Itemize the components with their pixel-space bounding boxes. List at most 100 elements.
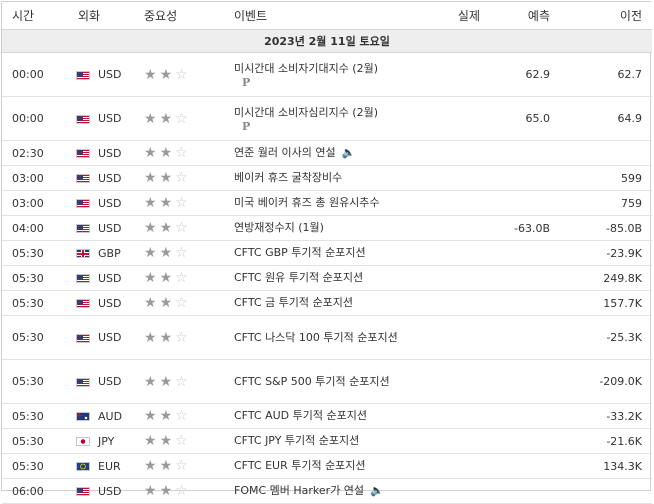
star-icon: ★ [144, 66, 160, 83]
actual-value [434, 265, 490, 291]
event-currency: USD [68, 190, 134, 216]
event-name[interactable]: CFTC 금 투기적 순포지션 [224, 290, 434, 316]
header-row: 시간 외화 중요성 이벤트 실제 예측 이전 [2, 2, 652, 30]
actual-value [434, 215, 490, 241]
previous-text: 599 [621, 171, 642, 185]
event-row[interactable]: 05:30 USD ★★☆ CFTC 원유 투기적 순포지션 249.8K [2, 265, 652, 291]
col-header-event[interactable]: 이벤트 [224, 2, 434, 30]
event-title[interactable]: CFTC 원유 투기적 순포지션 [234, 271, 363, 284]
event-row[interactable]: 00:00 USD ★★☆ 미시간대 소비자심리지수 (2월) P 65.0 64.9 [2, 96, 652, 141]
speaker-icon[interactable]: 🔈 [342, 145, 356, 161]
previous-value: 62.7 [560, 52, 652, 97]
event-time: 05:30 [2, 315, 68, 360]
forecast-value: -63.0B [490, 215, 560, 241]
event-name[interactable]: CFTC S&P 500 투기적 순포지션 [224, 359, 434, 404]
currency-code: USD [98, 146, 122, 160]
col-header-importance[interactable]: 중요성 [134, 2, 224, 30]
col-header-time[interactable]: 시간 [2, 2, 68, 30]
event-row[interactable]: 05:30 GBP ★★☆ CFTC GBP 투기적 순포지션 -23.9K [2, 240, 652, 266]
event-time: 03:00 [2, 165, 68, 191]
event-title[interactable]: FOMC 멤버 Harker가 연설 [234, 484, 364, 497]
event-name[interactable]: 미시간대 소비자심리지수 (2월) P [224, 96, 434, 141]
col-header-previous[interactable]: 이전 [560, 2, 652, 30]
forecast-value: 65.0 [490, 96, 560, 141]
event-title[interactable]: 미시간대 소비자기대지수 (2월) [234, 62, 378, 75]
star-icon: ☆ [175, 220, 191, 236]
star-icon: ☆ [175, 145, 191, 161]
previous-text: -209.0K [599, 375, 642, 388]
event-time: 04:00 [2, 215, 68, 241]
event-row[interactable]: 03:00 USD ★★☆ 미국 베이커 휴즈 총 원유시추수 759 [2, 190, 652, 216]
event-row[interactable]: 00:00 USD ★★☆ 미시간대 소비자기대지수 (2월) P 62.9 62.7 [2, 52, 652, 97]
event-time: 05:30 [2, 359, 68, 404]
previous-text: -25.3K [606, 331, 642, 344]
event-row[interactable]: 02:30 USD ★★☆ 연준 월러 이사의 연설 🔈 [2, 140, 652, 166]
event-row[interactable]: 05:30 USD ★★☆ CFTC 금 투기적 순포지션 157.7K [2, 290, 652, 316]
event-name[interactable]: 연준 월러 이사의 연설 🔈 [224, 140, 434, 166]
time-text: 03:00 [12, 196, 44, 210]
col-header-actual[interactable]: 실제 [434, 2, 490, 30]
event-title[interactable]: CFTC 금 투기적 순포지션 [234, 296, 353, 309]
event-row[interactable]: 05:30 USD ★★☆ CFTC 나스닥 100 투기적 순포지션 -25.3K [2, 315, 652, 360]
event-title[interactable]: 미시간대 소비자심리지수 (2월) [234, 106, 378, 119]
event-time: 05:30 [2, 403, 68, 429]
event-title[interactable]: 베이커 휴즈 굴착장비수 [234, 171, 342, 184]
event-currency: USD [68, 140, 134, 166]
event-title[interactable]: 연준 월러 이사의 연설 [234, 146, 336, 159]
event-name[interactable]: 베이커 휴즈 굴착장비수 [224, 165, 434, 191]
star-icon: ★ [159, 270, 176, 286]
star-icon: ☆ [175, 408, 191, 424]
event-title[interactable]: 연방재정수지 (1월) [234, 221, 324, 234]
event-title[interactable]: CFTC AUD 투기적 순포지션 [234, 409, 367, 422]
actual-value [434, 96, 490, 141]
event-name[interactable]: 연방재정수지 (1월) [224, 215, 434, 241]
event-name[interactable]: 미시간대 소비자기대지수 (2월) P [224, 52, 434, 97]
event-row[interactable]: 05:30 AUD ★★☆ CFTC AUD 투기적 순포지션 -33.2K [2, 403, 652, 429]
importance-stars: ★★☆ [134, 52, 224, 97]
speaker-icon[interactable]: 🔈 [370, 483, 384, 499]
event-title[interactable]: CFTC S&P 500 투기적 순포지션 [234, 375, 390, 388]
previous-value: -21.6K [560, 428, 652, 454]
event-name[interactable]: CFTC JPY 투기적 순포지션 [224, 428, 434, 454]
time-text: 06:00 [12, 484, 44, 498]
event-title[interactable]: CFTC EUR 투기적 순포지션 [234, 459, 366, 472]
event-row[interactable]: 05:30 USD ★★☆ CFTC S&P 500 투기적 순포지션 -209.0K [2, 359, 652, 404]
event-row[interactable]: 06:00 USD ★★☆ FOMC 멤버 Harker가 연설 🔈 [2, 478, 652, 504]
time-text: 03:00 [12, 171, 44, 185]
event-row[interactable]: 05:30 EUR ★★☆ CFTC EUR 투기적 순포지션 134.3K [2, 453, 652, 479]
forecast-value [490, 453, 560, 479]
event-name[interactable]: CFTC EUR 투기적 순포지션 [224, 453, 434, 479]
event-time: 06:00 [2, 478, 68, 504]
event-name[interactable]: FOMC 멤버 Harker가 연설 🔈 [224, 478, 434, 504]
event-name[interactable]: CFTC AUD 투기적 순포지션 [224, 403, 434, 429]
event-name[interactable]: CFTC GBP 투기적 순포지션 [224, 240, 434, 266]
event-name[interactable]: CFTC 원유 투기적 순포지션 [224, 265, 434, 291]
previous-value: -33.2K [560, 403, 652, 429]
event-name[interactable]: CFTC 나스닥 100 투기적 순포지션 [224, 315, 434, 360]
star-icon: ☆ [175, 329, 191, 346]
col-header-forecast[interactable]: 예측 [490, 2, 560, 30]
previous-text: -33.2K [606, 409, 642, 423]
previous-value: -25.3K [560, 315, 652, 360]
event-name[interactable]: 미국 베이커 휴즈 총 원유시추수 [224, 190, 434, 216]
event-title[interactable]: CFTC GBP 투기적 순포지션 [234, 246, 366, 259]
actual-value [434, 403, 490, 429]
col-header-currency[interactable]: 외화 [68, 2, 134, 30]
forecast-value [490, 428, 560, 454]
star-icon: ★ [144, 145, 160, 161]
star-icon: ☆ [175, 195, 191, 211]
event-title[interactable]: CFTC 나스닥 100 투기적 순포지션 [234, 331, 398, 344]
importance-stars: ★★☆ [134, 140, 224, 166]
event-row[interactable]: 04:00 USD ★★☆ 연방재정수지 (1월) -63.0B -85.0B [2, 215, 652, 241]
event-title[interactable]: 미국 베이커 휴즈 총 원유시추수 [234, 196, 380, 209]
forecast-value [490, 290, 560, 316]
previous-text: 157.7K [603, 296, 642, 310]
event-row[interactable]: 03:00 USD ★★☆ 베이커 휴즈 굴착장비수 599 [2, 165, 652, 191]
importance-stars: ★★☆ [134, 428, 224, 454]
importance-stars: ★★☆ [134, 265, 224, 291]
event-currency: USD [68, 315, 134, 360]
previous-value: 759 [560, 190, 652, 216]
event-row[interactable]: 05:30 JPY ★★☆ CFTC JPY 투기적 순포지션 -21.6K [2, 428, 652, 454]
event-title[interactable]: CFTC JPY 투기적 순포지션 [234, 434, 359, 447]
previous-text: -85.0B [605, 221, 642, 235]
